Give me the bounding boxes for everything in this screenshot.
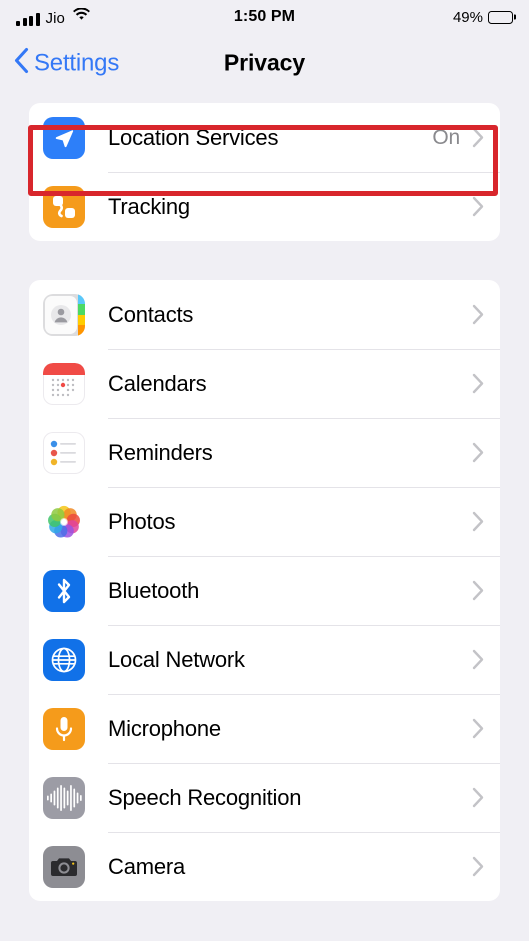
- settings-row-photos[interactable]: Photos: [29, 487, 500, 556]
- settings-row-reminders[interactable]: Reminders: [29, 418, 500, 487]
- settings-row-label: Contacts: [108, 301, 194, 327]
- clock: 1:50 PM: [233, 8, 296, 25]
- chevron-right-icon: [472, 718, 484, 739]
- chevron-right-icon: [472, 304, 484, 325]
- settings-row-label: Reminders: [108, 439, 213, 465]
- battery-icon: [488, 10, 513, 24]
- settings-row-label: Tracking: [108, 193, 190, 219]
- settings-row-calendars[interactable]: Calendars: [29, 349, 500, 418]
- settings-row-label: Photos: [108, 508, 176, 534]
- chevron-right-icon: [472, 442, 484, 463]
- reminders-icon: [43, 431, 85, 474]
- settings-row-label: Location Services: [108, 124, 279, 150]
- battery-percent-label: 49%: [452, 8, 483, 26]
- settings-row-speech-recognition[interactable]: Speech Recognition: [29, 763, 500, 832]
- settings-row-label: Speech Recognition: [108, 784, 302, 810]
- page-title: Privacy: [223, 49, 306, 76]
- settings-row-camera[interactable]: Camera: [29, 832, 500, 901]
- camera-icon: [43, 845, 85, 888]
- settings-row-contacts[interactable]: Contacts: [29, 280, 500, 349]
- globe-icon: [43, 638, 85, 681]
- chevron-right-icon: [472, 856, 484, 877]
- settings-row-value: On: [432, 125, 460, 149]
- tracking-icon: [43, 185, 85, 228]
- settings-row-label: Microphone: [108, 715, 221, 741]
- photos-icon: [43, 500, 85, 543]
- chevron-right-icon: [472, 373, 484, 394]
- iphone-screen: Jio 1:50 PM 49% Settings Privacy Locatio…: [0, 0, 529, 941]
- settings-row-label: Bluetooth: [108, 577, 200, 603]
- chevron-right-icon: [472, 787, 484, 808]
- settings-row-bluetooth[interactable]: Bluetooth: [29, 556, 500, 625]
- bluetooth-icon: [43, 569, 85, 612]
- chevron-right-icon: [472, 649, 484, 670]
- settings-row-label: Calendars: [108, 370, 207, 396]
- waveform-icon: [43, 776, 85, 819]
- settings-list: Location Services On Tracking Contacts Calen…: [0, 103, 529, 901]
- settings-row-location-services[interactable]: Location Services On: [29, 103, 500, 172]
- settings-group: Contacts Calendars Reminders Photos Bluetoot…: [29, 280, 500, 901]
- settings-row-label: Local Network: [108, 646, 245, 672]
- contacts-icon: [43, 293, 85, 336]
- settings-row-label: Camera: [108, 853, 186, 879]
- microphone-icon: [43, 707, 85, 750]
- settings-row-tracking[interactable]: Tracking: [29, 172, 500, 241]
- chevron-right-icon: [472, 196, 484, 217]
- location-arrow-icon: [43, 116, 85, 159]
- settings-group: Location Services On Tracking: [29, 103, 500, 241]
- chevron-right-icon: [472, 127, 484, 148]
- status-bar: Jio 1:50 PM 49%: [0, 0, 529, 34]
- chevron-right-icon: [472, 511, 484, 532]
- settings-row-microphone[interactable]: Microphone: [29, 694, 500, 763]
- status-bar-right: 49%: [453, 10, 513, 25]
- settings-row-local-network[interactable]: Local Network: [29, 625, 500, 694]
- chevron-right-icon: [472, 580, 484, 601]
- calendar-icon: [43, 362, 85, 405]
- navigation-bar: Settings Privacy: [0, 34, 529, 92]
